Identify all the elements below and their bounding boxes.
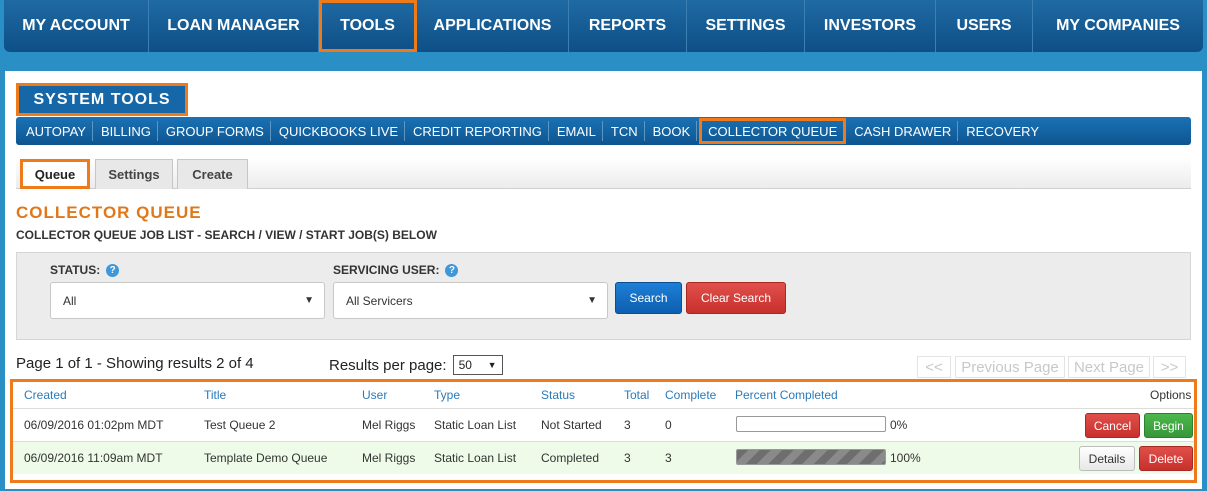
cell-title: Template Demo Queue [204,451,328,465]
subnav-recovery[interactable]: RECOVERY [960,121,1045,141]
queue-table: Created Title User Type Status Total Com… [10,379,1197,483]
nav-tools[interactable]: TOOLS [319,0,417,52]
col-status[interactable]: Status [541,388,575,402]
tab-create[interactable]: Create [177,159,248,189]
servicer-select-value: All Servicers [346,293,413,308]
paging-summary: Page 1 of 1 - Showing results 2 of 4 [16,355,254,372]
servicer-label-wrap: SERVICING USER: ? [333,263,459,277]
content-panel: SYSTEM TOOLS AUTOPAY BILLING GROUP FORMS… [5,71,1202,489]
status-select-value: All [63,293,77,308]
help-icon[interactable]: ? [106,263,120,277]
tab-queue[interactable]: Queue [20,159,90,189]
col-complete[interactable]: Complete [665,388,716,402]
cancel-button[interactable]: Cancel [1085,413,1140,438]
section-subtitle: COLLECTOR QUEUE JOB LIST - SEARCH / VIEW… [16,228,437,242]
nav-investors[interactable]: INVESTORS [805,0,936,52]
subnav-group-forms[interactable]: GROUP FORMS [160,121,271,141]
subnav-quickbooks-live[interactable]: QUICKBOOKS LIVE [273,121,406,141]
status-label-wrap: STATUS: ? [50,263,120,277]
tab-settings[interactable]: Settings [95,159,173,189]
rpp-value: 50 [458,358,472,372]
page-title: SYSTEM TOOLS [16,83,188,116]
servicer-label: SERVICING USER: [333,263,440,277]
cell-status: Not Started [541,418,602,432]
cell-user: Mel Riggs [362,418,416,432]
clear-search-button[interactable]: Clear Search [686,282,786,314]
section-title: COLLECTOR QUEUE [16,203,202,222]
nav-settings[interactable]: SETTINGS [687,0,805,52]
status-select[interactable]: All ▼ [50,282,325,319]
tools-subnav: AUTOPAY BILLING GROUP FORMS QUICKBOOKS L… [16,117,1191,145]
cell-percent: 0% [890,418,908,432]
subnav-book[interactable]: BOOK [647,121,698,141]
progress-bar [736,416,886,432]
table-row: 06/09/2016 01:02pm MDT Test Queue 2 Mel … [13,408,1194,441]
col-total[interactable]: Total [624,388,649,402]
first-page-button[interactable]: << [917,356,951,378]
nav-my-companies[interactable]: MY COMPANIES [1033,0,1203,52]
subnav-cash-drawer[interactable]: CASH DRAWER [848,121,959,141]
col-percent-completed[interactable]: Percent Completed [735,388,838,402]
rpp-label: Results per page: [329,356,447,374]
subnav-collector-queue[interactable]: COLLECTOR QUEUE [699,118,847,144]
queue-tabs: Queue Settings Create [16,157,1191,189]
rpp-select[interactable]: 50 ▼ [452,355,503,375]
col-type[interactable]: Type [434,388,460,402]
cell-percent: 100% [890,451,921,465]
search-button[interactable]: Search [615,282,682,314]
nav-my-account[interactable]: MY ACCOUNT [4,0,149,52]
col-title[interactable]: Title [204,388,226,402]
col-created[interactable]: Created [24,388,67,402]
begin-button[interactable]: Begin [1144,413,1193,438]
chevron-down-icon: ▼ [587,295,597,306]
cell-total: 3 [624,418,631,432]
cell-status: Completed [541,451,600,465]
chevron-down-icon: ▼ [304,295,314,306]
details-button[interactable]: Details [1079,446,1135,471]
nav-users[interactable]: USERS [936,0,1033,52]
col-options: Options [1150,388,1192,402]
cell-user: Mel Riggs [362,451,416,465]
cell-type: Static Loan List [434,418,517,432]
top-nav: MY ACCOUNT LOAN MANAGER TOOLS APPLICATIO… [4,0,1203,52]
results-per-page: Results per page: 50 ▼ [329,355,503,375]
cell-type: Static Loan List [434,451,517,465]
nav-reports[interactable]: REPORTS [569,0,687,52]
last-page-button[interactable]: >> [1153,356,1186,378]
nav-applications[interactable]: APPLICATIONS [417,0,569,52]
cell-created: 06/09/2016 11:09am MDT [24,451,163,465]
progress-bar [736,449,886,465]
subnav-billing[interactable]: BILLING [95,121,158,141]
cell-complete: 3 [665,451,672,465]
table-row: 06/09/2016 11:09am MDT Template Demo Que… [13,441,1194,474]
next-page-button[interactable]: Next Page [1068,356,1150,378]
subnav-email[interactable]: EMAIL [551,121,603,141]
cell-complete: 0 [665,418,672,432]
progress-fill [737,450,885,464]
subnav-tcn[interactable]: TCN [605,121,645,141]
subnav-credit-reporting[interactable]: CREDIT REPORTING [407,121,549,141]
chevron-down-icon: ▼ [487,360,497,370]
help-icon[interactable]: ? [445,263,459,277]
delete-button[interactable]: Delete [1139,446,1193,471]
servicer-select[interactable]: All Servicers ▼ [333,282,608,319]
col-user[interactable]: User [362,388,387,402]
previous-page-button[interactable]: Previous Page [955,356,1065,378]
subnav-autopay[interactable]: AUTOPAY [20,121,93,141]
cell-title: Test Queue 2 [204,418,276,432]
nav-loan-manager[interactable]: LOAN MANAGER [149,0,319,52]
status-label: STATUS: [50,263,101,277]
cell-created: 06/09/2016 01:02pm MDT [24,418,164,432]
cell-total: 3 [624,451,631,465]
search-panel: STATUS: ? All ▼ SERVICING USER: ? All Se… [16,252,1191,340]
